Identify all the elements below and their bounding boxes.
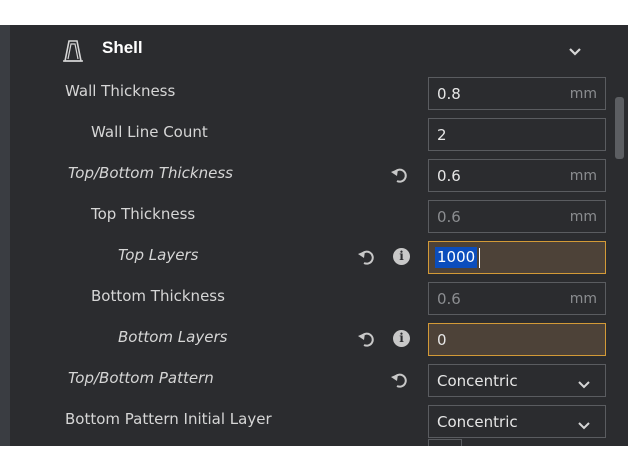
wall-thickness-input[interactable]: 0.8 mm xyxy=(428,77,606,110)
section-title: Shell xyxy=(102,38,143,57)
setting-label: Bottom Thickness xyxy=(91,287,225,305)
shell-icon xyxy=(62,39,84,63)
field-value: 2 xyxy=(437,126,447,144)
bottom-layers-input[interactable]: 0 xyxy=(428,323,606,356)
chevron-down-icon[interactable] xyxy=(567,43,583,57)
setting-row-bottom-layers: Bottom Layers i 0 xyxy=(10,319,610,360)
setting-row-top-thickness: Top Thickness 0.6 mm xyxy=(10,196,610,237)
field-value: 0.6 xyxy=(437,290,461,308)
reset-icon[interactable] xyxy=(390,370,410,390)
setting-label: Bottom Pattern Initial Layer xyxy=(65,410,272,428)
setting-row-bottom-pattern-initial-layer: Bottom Pattern Initial Layer Concentric xyxy=(10,401,610,442)
selected-option: Concentric xyxy=(437,372,518,390)
field-value: 0.6 xyxy=(437,167,461,185)
setting-label: Top/Bottom Pattern xyxy=(68,369,214,387)
chevron-down-icon xyxy=(577,375,591,389)
setting-label: Top/Bottom Thickness xyxy=(68,164,233,182)
viewport-edge xyxy=(0,25,10,446)
setting-label: Top Layers xyxy=(118,246,199,264)
setting-row-wall-thickness: Wall Thickness 0.8 mm xyxy=(10,73,610,114)
reset-icon[interactable] xyxy=(357,329,377,349)
top-bottom-pattern-dropdown[interactable]: Concentric xyxy=(428,364,606,397)
setting-label: Wall Thickness xyxy=(65,82,176,100)
setting-row-top-bottom-pattern: Top/Bottom Pattern Concentric xyxy=(10,360,610,401)
scrollbar-thumb[interactable] xyxy=(615,97,624,159)
field-unit: mm xyxy=(569,168,597,184)
field-unit: mm xyxy=(569,86,597,102)
setting-row-top-layers: Top Layers i 1000 xyxy=(10,237,610,278)
field-value: 0.6 xyxy=(437,208,461,226)
field-unit: mm xyxy=(569,291,597,307)
top-thickness-input[interactable]: 0.6 mm xyxy=(428,200,606,233)
reset-icon[interactable] xyxy=(357,247,377,267)
selected-option: Concentric xyxy=(437,413,518,431)
text-caret xyxy=(479,248,480,268)
settings-panel: Shell Wall Thickness 0.8 mm Wall Line Co… xyxy=(0,25,628,446)
next-setting-field[interactable] xyxy=(428,439,462,446)
bottom-pattern-initial-layer-dropdown[interactable]: Concentric xyxy=(428,405,606,438)
setting-row-wall-line-count: Wall Line Count 2 xyxy=(10,114,610,155)
info-icon[interactable]: i xyxy=(393,330,410,347)
setting-label: Top Thickness xyxy=(91,205,196,223)
field-unit: mm xyxy=(569,209,597,225)
setting-label: Bottom Layers xyxy=(118,328,228,346)
section-header-shell[interactable]: Shell xyxy=(10,25,610,75)
top-layers-input[interactable]: 1000 xyxy=(428,241,606,274)
field-value: 0.8 xyxy=(437,85,461,103)
field-value: 0 xyxy=(437,331,447,349)
reset-icon[interactable] xyxy=(390,165,410,185)
info-icon[interactable]: i xyxy=(393,248,410,265)
wall-line-count-input[interactable]: 2 xyxy=(428,118,606,151)
top-bottom-thickness-input[interactable]: 0.6 mm xyxy=(428,159,606,192)
selected-text: 1000 xyxy=(435,247,478,268)
setting-label: Wall Line Count xyxy=(91,123,208,141)
bottom-thickness-input[interactable]: 0.6 mm xyxy=(428,282,606,315)
chevron-down-icon xyxy=(577,416,591,430)
setting-row-bottom-thickness: Bottom Thickness 0.6 mm xyxy=(10,278,610,319)
setting-row-top-bottom-thickness: Top/Bottom Thickness 0.6 mm xyxy=(10,155,610,196)
